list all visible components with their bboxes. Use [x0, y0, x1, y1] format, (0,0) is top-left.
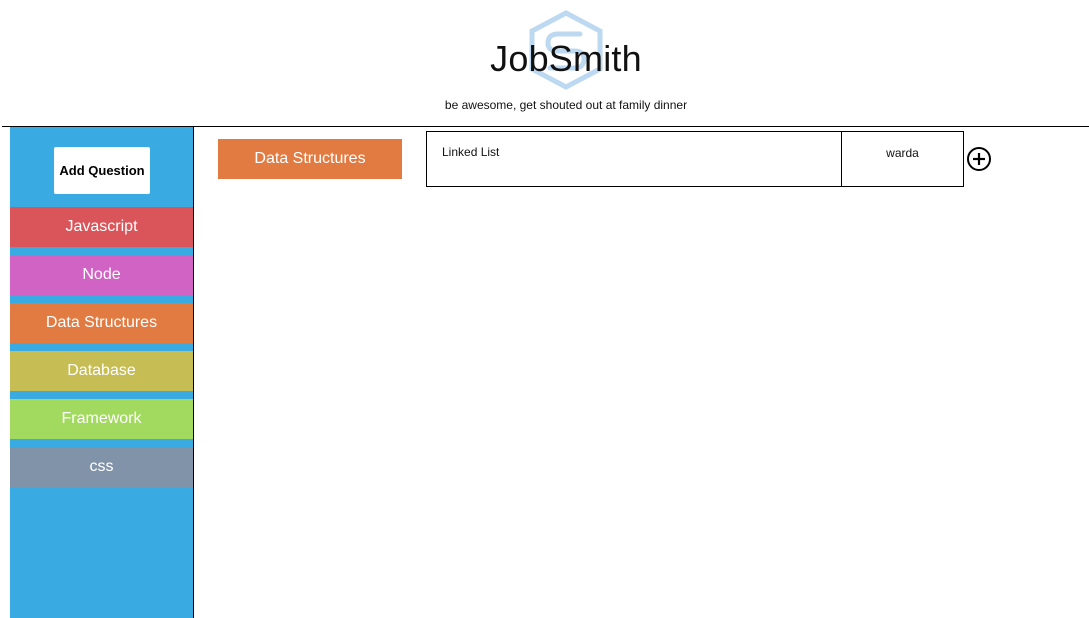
app-tagline: be awesome, get shouted out at family di… [444, 98, 688, 112]
category-sidebar: Add Question Javascript Node Data Struct… [10, 127, 194, 618]
sidebar-item-node[interactable]: Node [10, 255, 193, 295]
question-cell[interactable]: Linked List [427, 132, 842, 186]
sidebar-item-javascript[interactable]: Javascript [10, 207, 193, 247]
sidebar-item-data-structures[interactable]: Data Structures [10, 303, 193, 343]
add-question-button[interactable]: Add Question [54, 147, 150, 194]
plus-circle-icon[interactable] [966, 146, 992, 172]
sidebar-item-database[interactable]: Database [10, 351, 193, 391]
page: JobSmith be awesome, get shouted out at … [0, 0, 1089, 618]
table-row[interactable]: Linked List warda [426, 131, 964, 187]
sidebar-item-framework[interactable]: Framework [10, 399, 193, 439]
sidebar-item-css[interactable]: css [10, 447, 193, 487]
app-title: JobSmith [490, 38, 642, 79]
category-list: Javascript Node Data Structures Database… [10, 207, 193, 495]
user-cell: warda [886, 146, 919, 160]
active-topic-button[interactable]: Data Structures [218, 139, 402, 179]
app-header: JobSmith be awesome, get shouted out at … [0, 0, 1089, 126]
